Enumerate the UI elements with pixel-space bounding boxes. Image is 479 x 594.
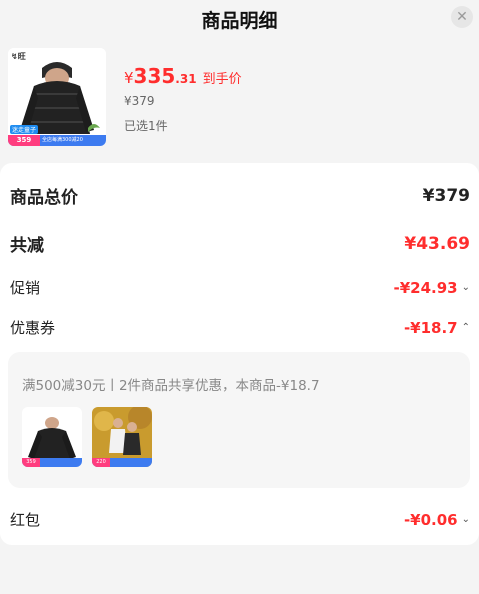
coupon-item-1[interactable]: 359: [22, 407, 82, 467]
redpacket-label: 红包: [10, 511, 41, 529]
close-icon: ✕: [456, 9, 468, 25]
promo-row[interactable]: 促销 -¥24.93 ⌄: [10, 277, 470, 298]
price-breakdown-card: 商品总价 ¥379 共减 ¥43.69 促销 -¥24.93 ⌄ 优惠券 -¥1…: [0, 163, 479, 545]
original-price: ¥379: [124, 94, 155, 108]
brand-tag: 迷走童子: [10, 125, 39, 134]
coupon-row[interactable]: 优惠券 -¥18.7 ⌃: [10, 317, 470, 338]
coupon-item-1-promo: 359: [22, 458, 82, 467]
product-summary: ↯旺 迷走童子 359 全店每满300减20 ¥335.31 到手价 ¥379 已…: [0, 44, 479, 156]
coupon-item-2-promo: 220: [92, 458, 152, 467]
promo-strip: 359 全店每满300减20: [8, 135, 106, 146]
coupon-detail-panel: 满500减30元丨2件商品共享优惠，本商品-¥18.7 359 220: [8, 352, 470, 488]
discount-label: 共减: [10, 236, 44, 256]
selected-count: 已选1件: [124, 119, 168, 133]
promo-price: 359: [8, 135, 40, 146]
chevron-down-icon[interactable]: ⌄: [462, 514, 470, 525]
coupon-item-2-price: 220: [92, 458, 110, 467]
chevron-down-icon[interactable]: ⌄: [462, 282, 470, 293]
coupon-item-1-price: 359: [22, 458, 40, 467]
product-image[interactable]: ↯旺 迷走童子 359 全店每满300减20: [8, 48, 106, 146]
promo-label: 促销: [10, 279, 41, 297]
total-value: ¥379: [422, 185, 470, 206]
promo-text: 全店每满300减20: [42, 137, 83, 143]
discount-value: ¥43.69: [404, 233, 470, 254]
coupon-label: 优惠券: [10, 319, 56, 337]
coupon-value: -¥18.7: [403, 318, 458, 337]
close-button[interactable]: ✕: [451, 6, 473, 28]
chevron-up-icon[interactable]: ⌃: [462, 322, 470, 333]
price-integer: 335: [133, 64, 176, 88]
currency-symbol: ¥: [124, 69, 134, 87]
redpacket-row[interactable]: 红包 -¥0.06 ⌄: [10, 509, 470, 530]
header: 商品明细 ✕: [0, 0, 479, 40]
discount-row: 共减 ¥43.69: [10, 231, 470, 257]
redpacket-value: -¥0.06: [403, 510, 458, 529]
price-decimal: .31: [175, 72, 197, 86]
final-price: ¥335.31 到手价: [124, 64, 242, 88]
promo-value: -¥24.93: [393, 278, 458, 297]
coupon-item-2[interactable]: 220: [92, 407, 152, 467]
coupon-detail-text: 满500减30元丨2件商品共享优惠，本商品-¥18.7: [22, 378, 320, 394]
total-row: 商品总价 ¥379: [10, 183, 470, 209]
total-label: 商品总价: [10, 188, 78, 208]
page-title: 商品明细: [201, 10, 278, 32]
brand-logo: ↯旺: [11, 52, 26, 61]
price-suffix: 到手价: [202, 72, 242, 87]
